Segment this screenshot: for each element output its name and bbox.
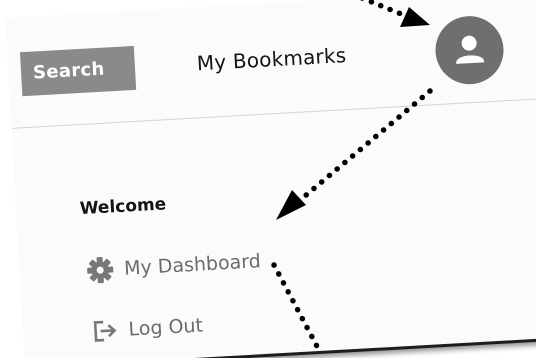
arrow-down-from-dashboard (271, 262, 323, 355)
arrow-to-avatar (360, 0, 430, 27)
flow-arrows-overlay (271, 0, 433, 355)
screenshot-stage: Search My Bookmarks Welcome My Dashboard… (0, 0, 536, 358)
arrow-to-welcome (276, 88, 433, 220)
